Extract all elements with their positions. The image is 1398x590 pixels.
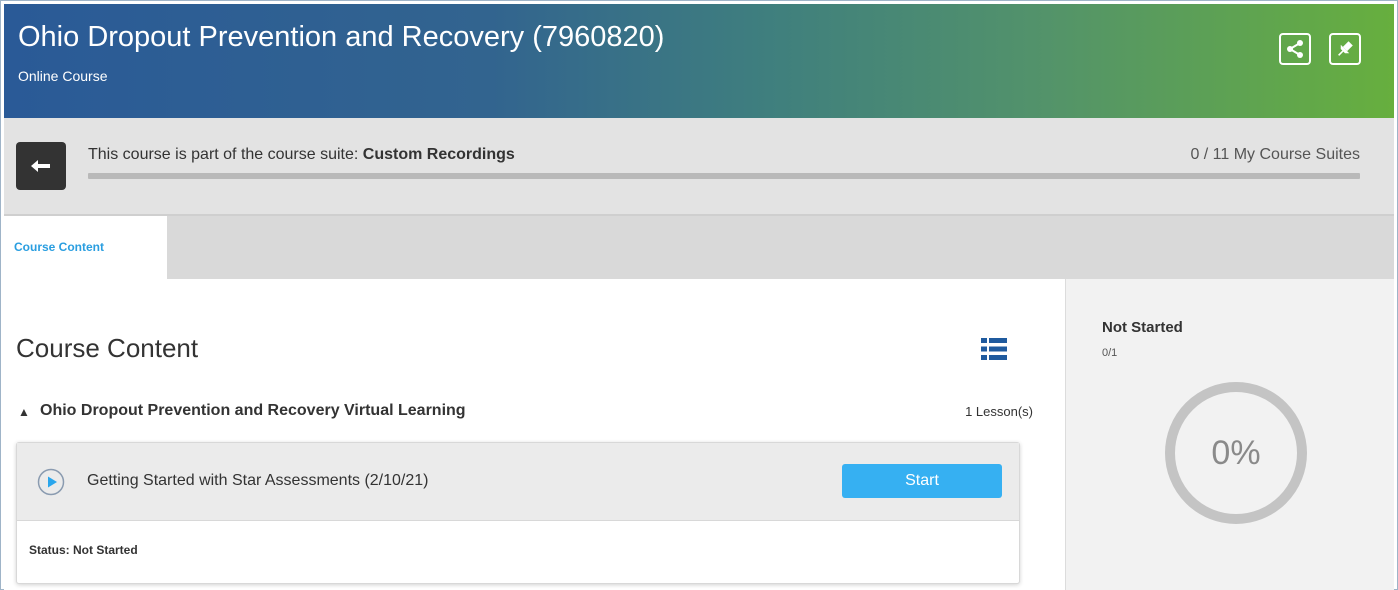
lesson-card: Getting Started with Star Assessments (2… [16,442,1020,584]
lesson-row: Getting Started with Star Assessments (2… [17,443,1019,521]
share-button[interactable] [1279,33,1311,65]
back-button[interactable] [16,142,66,190]
module-title[interactable]: Ohio Dropout Prevention and Recovery Vir… [40,402,466,420]
progress-status: Not Started [1102,319,1183,336]
course-title: Ohio Dropout Prevention and Recovery (79… [18,21,665,53]
suite-info: This course is part of the course suite:… [88,146,515,164]
caret-up-icon[interactable]: ▲ [18,405,30,419]
suite-count[interactable]: 0 / 11 My Course Suites [1190,146,1360,164]
module-header[interactable]: ▲ Ohio Dropout Prevention and Recovery V… [18,402,1038,422]
section-title: Course Content [16,333,199,363]
suite-name[interactable]: Custom Recordings [363,146,515,163]
suite-prefix: This course is part of the course suite: [88,146,363,163]
course-type: Online Course [18,68,108,84]
lesson-count: 1 Lesson(s) [965,404,1033,419]
lesson-status: Status: Not Started [29,543,138,557]
progress-panel: Not Started 0/1 0% [1065,279,1394,590]
share-icon [1287,40,1303,58]
pin-icon [1338,41,1353,56]
suite-progress-bar [88,173,1360,179]
back-arrow-icon [31,160,50,172]
course-content-panel: Course Content ▲ Ohio Dropout Prevention… [4,279,1065,590]
tab-bar: Course Content [4,216,1394,279]
lesson-title[interactable]: Getting Started with Star Assessments (2… [87,472,429,490]
progress-percent: 0% [1211,433,1261,472]
course-header: Ohio Dropout Prevention and Recovery (79… [4,4,1394,118]
progress-count: 0/1 [1102,347,1118,359]
tab-course-content[interactable]: Course Content [4,216,167,279]
course-suite-bar: This course is part of the course suite:… [4,118,1394,216]
pin-button[interactable] [1329,33,1361,65]
play-circle-icon[interactable] [37,468,65,496]
start-button[interactable]: Start [842,464,1002,498]
list-view-icon[interactable] [980,335,1008,363]
